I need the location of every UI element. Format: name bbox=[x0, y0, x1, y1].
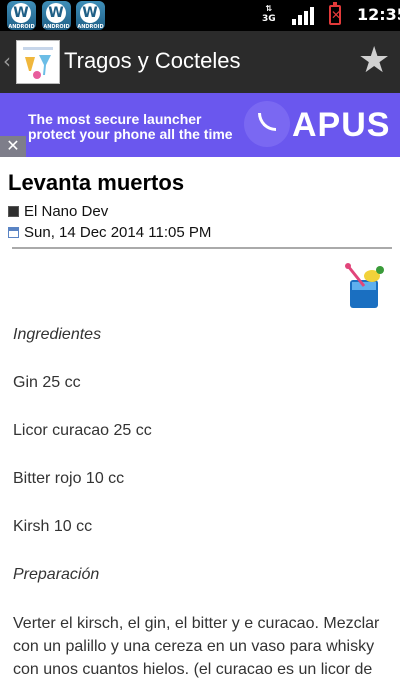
wordpress-icon: W bbox=[46, 3, 66, 23]
article-date: Sun, 14 Dec 2014 11:05 PM bbox=[8, 224, 211, 241]
ad-brand: APUS bbox=[292, 106, 391, 144]
up-chevron-icon[interactable]: ‹ bbox=[3, 49, 11, 73]
author-icon bbox=[8, 206, 19, 217]
author-name: El Nano Dev bbox=[24, 203, 109, 220]
icon-caption: ANDROID bbox=[43, 24, 70, 30]
article-author: El Nano Dev bbox=[8, 203, 108, 220]
ingredients-heading: Ingredientes bbox=[13, 326, 102, 343]
wordpress-icon: W bbox=[80, 3, 100, 23]
preparation-text: Verter el kirsch, el gin, el bitter y e … bbox=[13, 615, 380, 678]
wordpress-notification-icon: W ANDROID bbox=[76, 1, 105, 30]
ingredient-item: Gin 25 cc bbox=[13, 374, 81, 391]
close-ad-button[interactable]: ✕ bbox=[0, 136, 26, 157]
ingredient-item: Bitter rojo 10 cc bbox=[13, 470, 125, 487]
date-text: Sun, 14 Dec 2014 11:05 PM bbox=[24, 224, 212, 241]
ingredient-item: Licor curacao 25 cc bbox=[13, 422, 152, 439]
calendar-icon bbox=[8, 227, 19, 238]
ad-subline: protect your phone all the time bbox=[28, 126, 233, 142]
wordpress-icon: W bbox=[11, 3, 31, 23]
icon-caption: ANDROID bbox=[8, 24, 35, 30]
cocktail-image bbox=[340, 260, 388, 312]
wordpress-notification-icon: W ANDROID bbox=[7, 1, 36, 30]
action-bar: ‹ Tragos y Cocteles ★ bbox=[0, 31, 400, 93]
favorite-star-icon[interactable]: ★ bbox=[358, 43, 390, 79]
network-indicator: ⇅ 3G bbox=[262, 4, 276, 24]
clock: 12:35 bbox=[357, 5, 400, 24]
network-type: 3G bbox=[262, 14, 276, 24]
app-title: Tragos y Cocteles bbox=[64, 48, 241, 73]
battery-low-icon: ✕ bbox=[329, 2, 341, 25]
apus-logo-icon bbox=[244, 101, 290, 147]
article-title: Levanta muertos bbox=[8, 170, 185, 195]
article: Levanta muertos El Nano Dev Sun, 14 Dec … bbox=[0, 160, 400, 684]
icon-caption: ANDROID bbox=[77, 24, 104, 30]
ad-banner[interactable]: The most secure launcher protect your ph… bbox=[0, 93, 400, 157]
ad-headline: The most secure launcher bbox=[28, 111, 202, 127]
ingredient-item: Kirsh 10 cc bbox=[13, 518, 93, 535]
status-bar: W ANDROID W ANDROID W ANDROID ⇅ 3G ✕ 12:… bbox=[0, 0, 400, 31]
wordpress-notification-icon: W ANDROID bbox=[42, 1, 71, 30]
signal-icon bbox=[292, 7, 314, 25]
app-logo[interactable] bbox=[16, 40, 60, 84]
preparation-heading: Preparación bbox=[13, 566, 100, 583]
divider bbox=[12, 247, 392, 249]
